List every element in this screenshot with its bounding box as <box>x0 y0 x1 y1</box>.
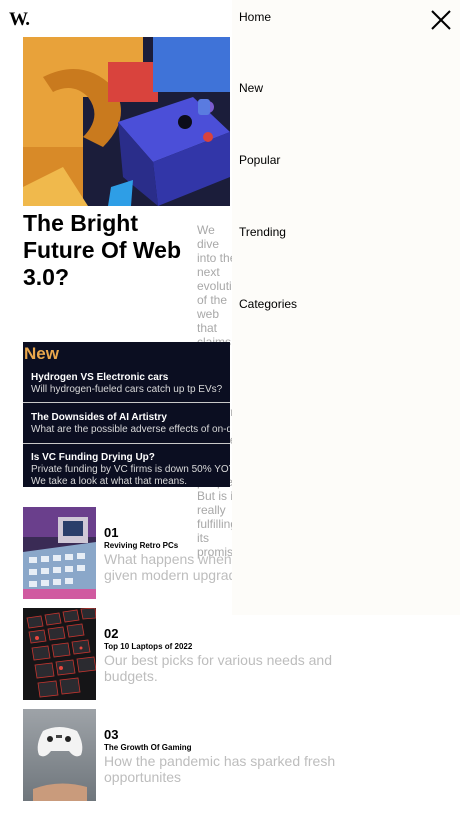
new-section: New Hydrogen VS Electronic cars Will hyd… <box>23 342 230 487</box>
article-title: Top 10 Laptops of 2022 <box>104 642 193 651</box>
article-thumbnail <box>23 507 96 599</box>
menu-item-categories[interactable]: Categories <box>239 297 297 311</box>
menu-item-new[interactable]: New <box>239 81 263 95</box>
article-title: The Growth Of Gaming <box>104 743 192 752</box>
article-description: How the pandemic has sparked fresh oppor… <box>104 753 336 785</box>
article-top-laptops[interactable]: 02 Top 10 Laptops of 2022 Our best picks… <box>23 608 353 700</box>
article-number: 02 <box>104 626 119 641</box>
close-icon[interactable] <box>430 9 452 31</box>
article-thumbnail <box>23 709 96 801</box>
article-description: Our best picks for various needs and bud… <box>104 652 333 684</box>
new-item-desc: Will hydrogen-fueled cars catch up tp EV… <box>31 384 223 395</box>
article-thumbnail <box>23 608 96 700</box>
menu-item-popular[interactable]: Popular <box>239 153 280 167</box>
new-heading: New <box>24 344 59 363</box>
menu-item-trending[interactable]: Trending <box>239 225 286 239</box>
logo[interactable]: W. <box>9 9 30 31</box>
new-item-title: Is VC Funding Drying Up? <box>31 452 155 463</box>
side-menu: Home New Popular Trending Categories <box>232 0 460 615</box>
new-item-title: Hydrogen VS Electronic cars <box>31 372 169 383</box>
article-title: Reviving Retro PCs <box>104 541 179 550</box>
new-item-desc: What are the possible adverse effects of… <box>31 424 230 435</box>
new-item-title: The Downsides of AI Artistry <box>31 412 167 423</box>
divider <box>23 443 230 444</box>
article-number: 03 <box>104 727 119 742</box>
hero-title[interactable]: The Bright Future Of Web 3.0? <box>23 210 193 291</box>
new-item-desc: Private funding by VC firms is down 50% … <box>31 464 230 487</box>
hero-image <box>23 37 230 206</box>
menu-item-home[interactable]: Home <box>239 10 271 24</box>
article-growth-of-gaming[interactable]: 03 The Growth Of Gaming How the pandemic… <box>23 709 353 801</box>
divider <box>23 402 230 403</box>
article-number: 01 <box>104 525 119 540</box>
